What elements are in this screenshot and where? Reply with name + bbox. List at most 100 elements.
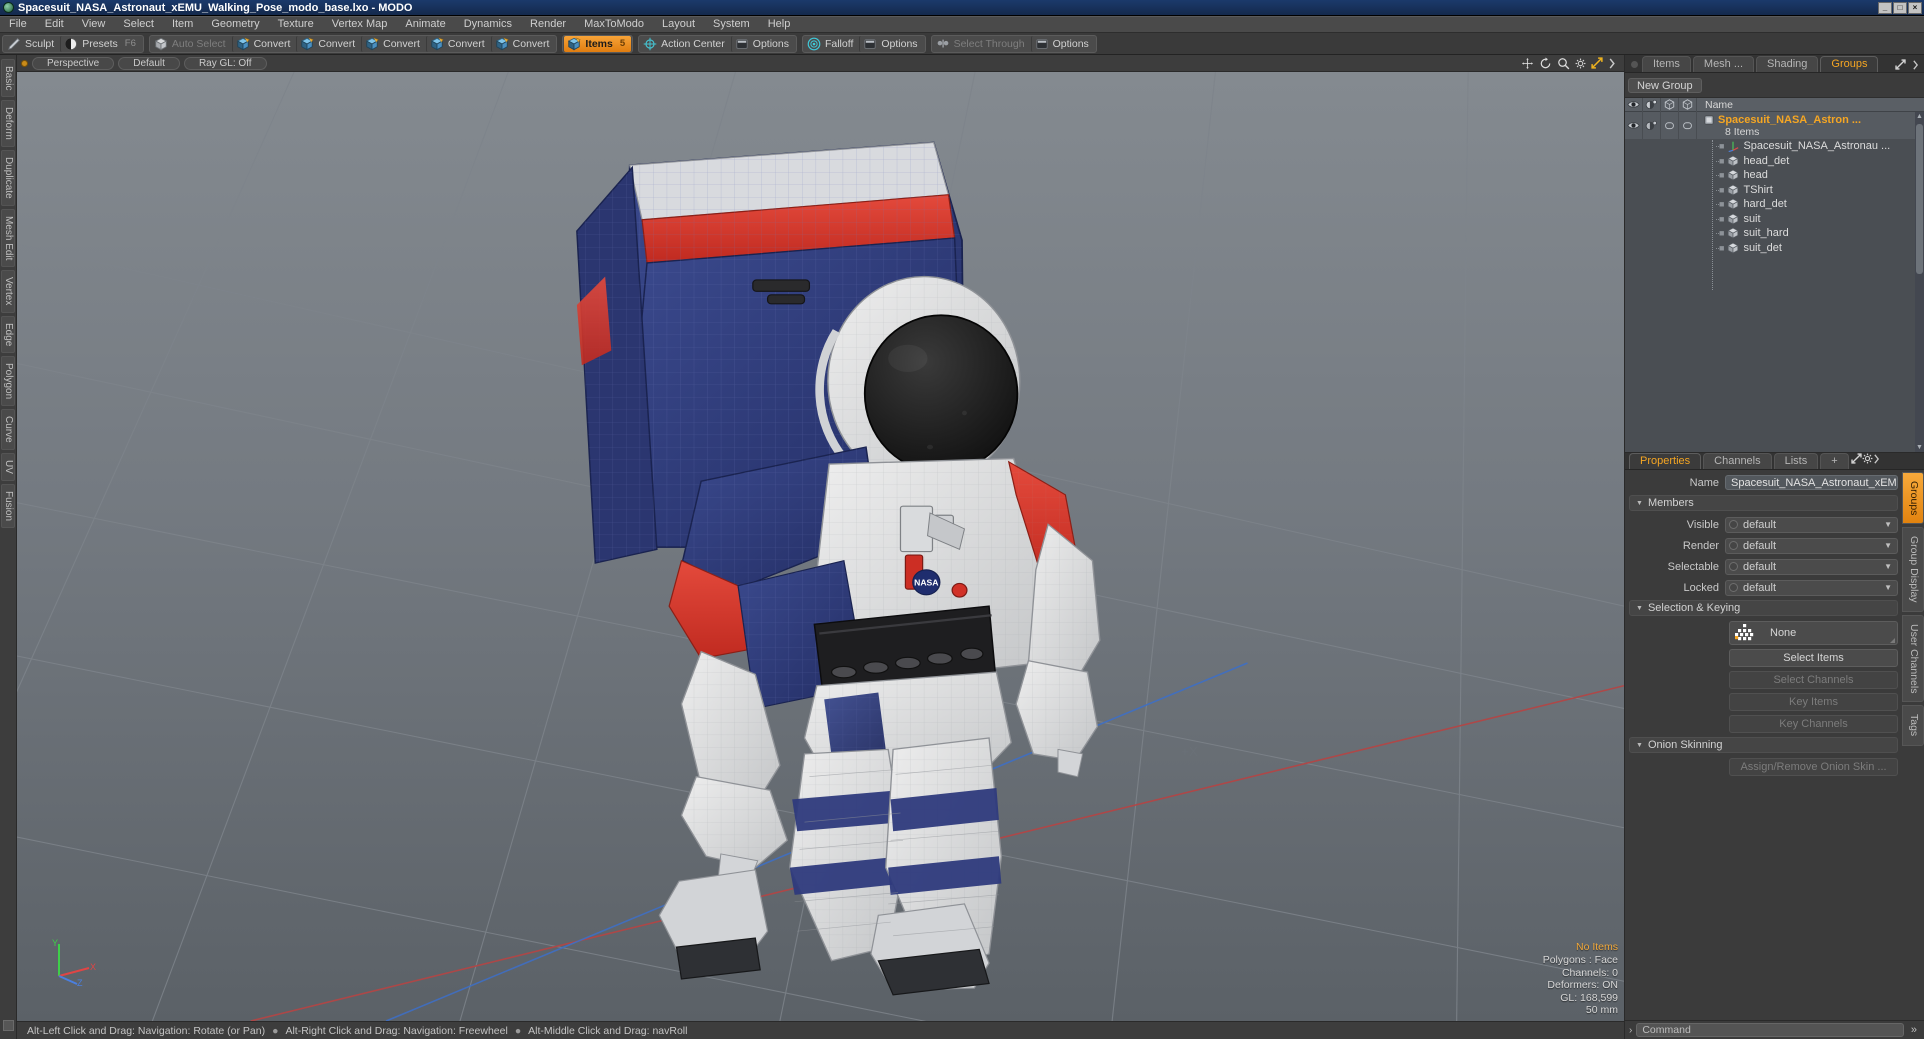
- move-icon[interactable]: [1521, 57, 1534, 70]
- menu-item-vertex-map[interactable]: Vertex Map: [323, 16, 397, 32]
- toolbar-button-convert-11[interactable]: Convert: [231, 35, 297, 52]
- field-indicator-icon[interactable]: [1729, 562, 1738, 571]
- chevron-down-icon[interactable]: ▼: [1884, 541, 1892, 550]
- viewport-raygl-toggle[interactable]: Ray GL: Off: [183, 56, 267, 70]
- lock-icon[interactable]: [1679, 98, 1697, 112]
- chevron-right-icon[interactable]: [1873, 454, 1880, 464]
- left-tab-fusion[interactable]: Fusion: [1, 483, 15, 528]
- field-indicator-icon[interactable]: [1729, 520, 1738, 529]
- collapse-triangle-icon[interactable]: ▼: [1636, 738, 1643, 753]
- row-lock-toggle[interactable]: [1679, 112, 1697, 139]
- menu-item-view[interactable]: View: [73, 16, 115, 32]
- left-tab-vertex[interactable]: Vertex: [1, 270, 15, 313]
- group-child-row[interactable]: ··■ TShirt: [1625, 183, 1924, 198]
- viewport-view-mode[interactable]: Perspective: [32, 56, 115, 70]
- dropdown-corner-icon[interactable]: [1890, 638, 1895, 643]
- panel-menu-dot-icon[interactable]: [1631, 61, 1638, 68]
- ghost-icon[interactable]: [1661, 98, 1679, 112]
- group-list-scrollbar[interactable]: ▲ ▼: [1915, 112, 1924, 452]
- properties-side-tab-tags[interactable]: Tags: [1902, 705, 1924, 746]
- menu-item-animate[interactable]: Animate: [396, 16, 454, 32]
- scroll-down-arrow-icon[interactable]: ▼: [1916, 444, 1923, 451]
- menu-item-help[interactable]: Help: [759, 16, 800, 32]
- chevron-down-icon[interactable]: ▼: [1884, 583, 1892, 592]
- properties-tab-channels[interactable]: Channels: [1703, 453, 1772, 469]
- chevron-down-icon[interactable]: ▼: [1884, 562, 1892, 571]
- members-section-header[interactable]: ▼ Members: [1629, 495, 1898, 511]
- toolbar-button-convert-13[interactable]: Convert: [361, 35, 426, 52]
- gear-icon[interactable]: [1862, 453, 1873, 464]
- expand-icon[interactable]: [1851, 453, 1862, 464]
- expand-icon[interactable]: [1591, 57, 1603, 69]
- toolbar-button-options-41[interactable]: Options: [859, 35, 923, 52]
- properties-side-tab-group-display[interactable]: Group Display: [1902, 527, 1924, 612]
- toolbar-button-action-center-30[interactable]: Action Center: [640, 36, 731, 52]
- collapse-triangle-icon[interactable]: ▼: [1636, 496, 1643, 511]
- row-ghost-toggle[interactable]: [1661, 112, 1679, 139]
- group-child-row[interactable]: ··■ suit_hard: [1625, 226, 1924, 241]
- selection-keying-section-header[interactable]: ▼ Selection & Keying: [1629, 600, 1898, 616]
- properties-tab-properties[interactable]: Properties: [1629, 453, 1702, 469]
- left-tab-curve[interactable]: Curve: [1, 409, 15, 450]
- properties-side-tab-groups[interactable]: Groups: [1902, 472, 1924, 525]
- eye-icon[interactable]: [1625, 98, 1643, 112]
- viewport-3d[interactable]: -Z +X NASA No Items Polygons: Face Chan…: [17, 72, 1624, 1021]
- group-child-row[interactable]: ··■ suit_det: [1625, 241, 1924, 256]
- row-render-toggle[interactable]: [1643, 112, 1661, 139]
- scroll-up-arrow-icon[interactable]: ▲: [1916, 113, 1923, 120]
- properties-tab-[interactable]: +: [1820, 453, 1849, 469]
- menu-item-edit[interactable]: Edit: [36, 16, 73, 32]
- close-button[interactable]: ×: [1908, 1, 1922, 14]
- member-field-select-locked[interactable]: default ▼: [1725, 579, 1898, 596]
- left-tab-mesh-edit[interactable]: Mesh Edit: [1, 208, 15, 268]
- chevron-right-icon[interactable]: [1912, 59, 1919, 70]
- toolbar-button-falloff-40[interactable]: Falloff: [804, 36, 859, 52]
- window-controls[interactable]: _ □ ×: [1878, 1, 1924, 14]
- chevron-right-icon[interactable]: [1608, 57, 1616, 69]
- toolbar-button-items-20[interactable]: Items 5: [564, 35, 632, 52]
- left-tab-basic[interactable]: Basic: [1, 59, 15, 98]
- left-tool-extra-button[interactable]: [2, 1020, 14, 1031]
- right-panel-tab-shading[interactable]: Shading: [1756, 56, 1819, 72]
- render-icon[interactable]: [1643, 98, 1661, 112]
- onion-skinning-section-header[interactable]: ▼ Onion Skinning: [1629, 737, 1898, 753]
- menu-item-dynamics[interactable]: Dynamics: [455, 16, 521, 32]
- menu-item-maxtomodo[interactable]: MaxToModo: [575, 16, 653, 32]
- right-panel-tab-groups[interactable]: Groups: [1820, 56, 1879, 72]
- left-tab-duplicate[interactable]: Duplicate: [1, 150, 15, 206]
- menu-item-texture[interactable]: Texture: [269, 16, 323, 32]
- group-parent-row[interactable]: Spacesuit_NASA_Astron ... 8 Items: [1625, 112, 1924, 139]
- new-group-button[interactable]: New Group: [1628, 78, 1702, 93]
- properties-side-tab-user-channels[interactable]: User Channels: [1902, 614, 1924, 703]
- minimize-button[interactable]: _: [1878, 1, 1892, 14]
- command-more-icon[interactable]: »: [1908, 1024, 1920, 1036]
- toolbar-button-presets-01[interactable]: Presets F6: [60, 35, 142, 52]
- left-tab-deform[interactable]: Deform: [1, 100, 15, 148]
- toolbar-button-sculpt-00[interactable]: Sculpt: [4, 36, 60, 52]
- menu-item-file[interactable]: File: [0, 16, 36, 32]
- viewport-menu-dot-icon[interactable]: [21, 59, 28, 67]
- zoom-icon[interactable]: [1557, 57, 1570, 70]
- group-child-row[interactable]: ··■ hard_det: [1625, 197, 1924, 212]
- group-child-row[interactable]: ··■ suit: [1625, 212, 1924, 227]
- viewport-shading-style[interactable]: Default: [118, 56, 180, 70]
- maximize-button[interactable]: □: [1893, 1, 1907, 14]
- toolbar-button-convert-14[interactable]: Convert: [425, 35, 491, 52]
- group-list[interactable]: Name Spacesuit_NASA_Astron ... 8 Items ·…: [1625, 97, 1924, 452]
- toolbar-button-convert-12[interactable]: Convert: [296, 35, 361, 52]
- member-field-select-render[interactable]: default ▼: [1725, 537, 1898, 554]
- group-child-row[interactable]: ··■ head_det: [1625, 154, 1924, 169]
- member-field-select-selectable[interactable]: default ▼: [1725, 558, 1898, 575]
- menu-item-item[interactable]: Item: [163, 16, 202, 32]
- command-input[interactable]: Command: [1636, 1023, 1904, 1037]
- menu-item-select[interactable]: Select: [114, 16, 163, 32]
- left-tab-polygon[interactable]: Polygon: [1, 356, 15, 407]
- row-eye-toggle[interactable]: [1625, 112, 1643, 139]
- expand-icon[interactable]: [1895, 59, 1906, 70]
- toolbar-button-options-51[interactable]: Options: [1030, 35, 1095, 52]
- left-tab-uv[interactable]: UV: [1, 452, 15, 481]
- collapse-triangle-icon[interactable]: ▼: [1636, 601, 1643, 616]
- group-child-row[interactable]: ··■ head: [1625, 168, 1924, 183]
- menu-item-geometry[interactable]: Geometry: [202, 16, 268, 32]
- chevron-down-icon[interactable]: ▼: [1884, 520, 1892, 529]
